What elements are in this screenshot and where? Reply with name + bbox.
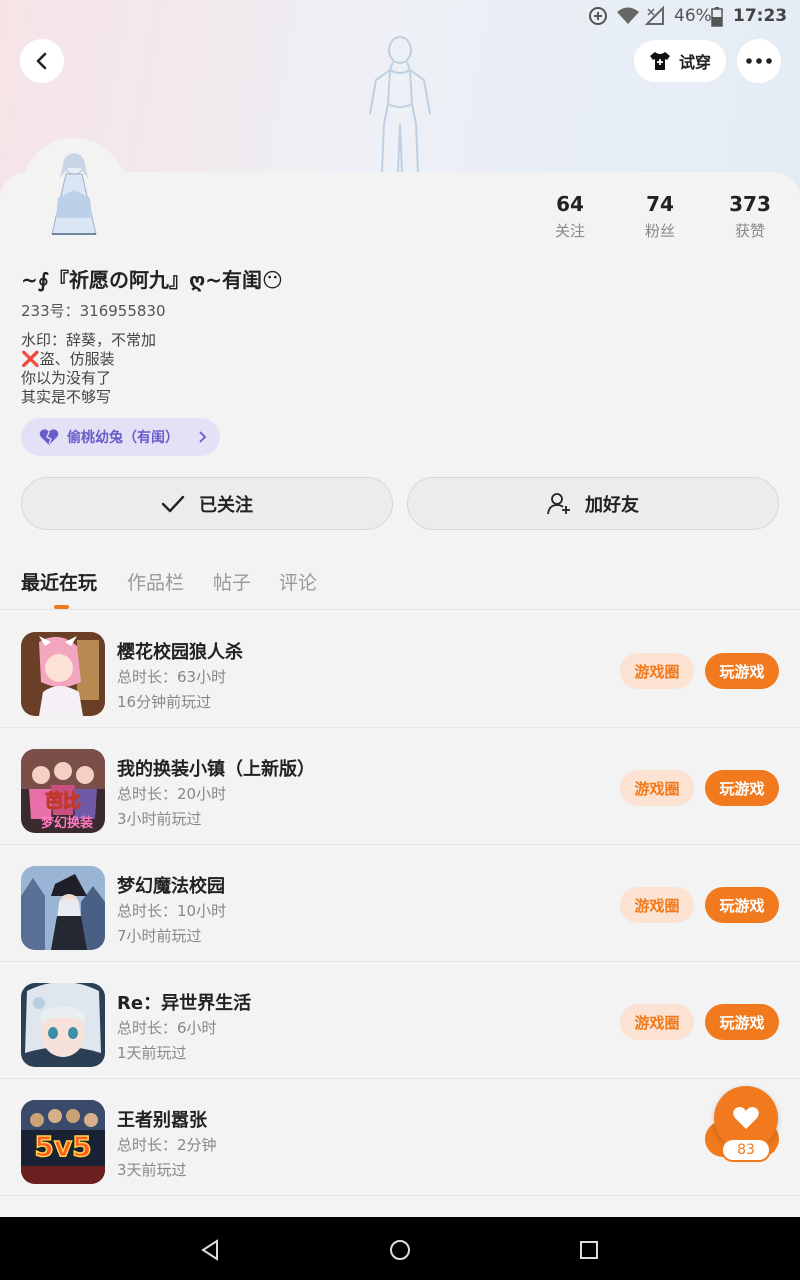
clock: 17:23	[733, 6, 788, 26]
game-icon-text: 芭比	[45, 790, 81, 812]
game-circle-button[interactable]: 游戏圈	[620, 887, 694, 923]
game-name: 梦幻魔法校园	[117, 876, 225, 897]
heart-icon	[733, 1107, 759, 1129]
game-icon-subtext: 梦幻换装	[41, 815, 93, 831]
game-icon	[21, 632, 105, 716]
stat-fans[interactable]: 74 粉丝	[620, 192, 700, 241]
tab-works[interactable]: 作品栏	[127, 568, 184, 595]
club-badge[interactable]: 偷桃幼兔（有闺）	[21, 418, 220, 456]
game-circle-button[interactable]: 游戏圈	[620, 1004, 694, 1040]
nav-back-icon[interactable]	[199, 1239, 221, 1261]
tab-recent-play[interactable]: 最近在玩	[21, 568, 97, 595]
more-button[interactable]	[737, 39, 781, 83]
nav-home-icon[interactable]	[389, 1239, 411, 1261]
game-icon-text: 5v5	[34, 1130, 91, 1163]
game-icon	[21, 866, 105, 950]
like-count-badge: 83	[721, 1138, 771, 1162]
battery-percent: 46%	[674, 6, 712, 26]
game-last-played: 7小时前玩过	[117, 927, 202, 945]
game-row[interactable]: 梦幻魔法校园 总时长：10小时 7小时前玩过 游戏圈 玩游戏	[0, 845, 800, 962]
stat-following[interactable]: 64 关注	[530, 192, 610, 241]
add-friend-button[interactable]: 加好友	[407, 477, 779, 530]
tab-posts[interactable]: 帖子	[213, 568, 251, 595]
bio-line: 你以为没有了	[21, 369, 112, 387]
user-id: 233号：316955830	[21, 302, 166, 320]
play-game-button[interactable]: 玩游戏	[705, 653, 779, 689]
bio-line: ❌盗、仿服装	[21, 350, 115, 368]
heart-icon	[39, 429, 59, 445]
game-duration: 总时长：63小时	[117, 668, 227, 686]
bio-line: 水印：辞葵，不常加	[21, 331, 157, 349]
stat-likes[interactable]: 373 获赞	[710, 192, 790, 241]
play-game-button[interactable]: 玩游戏	[705, 887, 779, 923]
game-last-played: 16分钟前玩过	[117, 693, 212, 711]
game-icon: 芭比 梦幻换装	[21, 749, 105, 833]
game-duration: 总时长：2分钟	[117, 1136, 217, 1154]
profile-tabs: 最近在玩 作品栏 帖子 评论	[0, 560, 800, 610]
following-label: 已关注	[199, 494, 253, 516]
battery-icon	[711, 7, 723, 32]
following-button[interactable]: 已关注	[21, 477, 393, 530]
try-on-button[interactable]: 试穿	[634, 40, 726, 82]
stat-following-label: 关注	[554, 222, 585, 240]
status-bar: 46% 17:23	[0, 0, 800, 34]
bio: 水印：辞葵，不常加 ❌盗、仿服装 你以为没有了 其实是不够写	[21, 331, 156, 407]
game-row[interactable]: Re：异世界生活 总时长：6小时 1天前玩过 游戏圈 玩游戏	[0, 962, 800, 1079]
stat-fans-value: 74	[646, 192, 674, 216]
avatar[interactable]	[22, 138, 126, 242]
game-name: Re：异世界生活	[117, 993, 252, 1014]
character-model	[369, 36, 431, 173]
more-dots-icon	[746, 58, 772, 64]
add-user-icon	[547, 492, 570, 514]
game-row[interactable]: 5v5 王者别嚣张 总时长：2分钟 3天前玩过 玩游戏	[0, 1079, 800, 1196]
stat-following-value: 64	[556, 192, 584, 216]
add-friend-label: 加好友	[585, 494, 639, 516]
game-name: 樱花校园狼人杀	[117, 642, 243, 663]
stat-fans-label: 粉丝	[644, 222, 675, 240]
game-last-played: 3小时前玩过	[117, 810, 202, 828]
game-last-played: 1天前玩过	[117, 1044, 187, 1062]
game-duration: 总时长：6小时	[117, 1019, 217, 1037]
game-name: 我的换装小镇（上新版）	[117, 759, 315, 780]
nickname: ~∮『祈愿の阿九』ღ~有闺😶	[21, 268, 283, 292]
game-duration: 总时长：10小时	[117, 902, 227, 920]
nav-recents-icon[interactable]	[579, 1240, 599, 1260]
game-row[interactable]: 芭比 梦幻换装 我的换装小镇（上新版） 总时长：20小时 3小时前玩过 游戏圈 …	[0, 728, 800, 845]
bio-line: 其实是不够写	[21, 388, 112, 406]
stat-likes-value: 373	[729, 192, 771, 216]
tshirt-icon	[649, 52, 670, 70]
back-button[interactable]	[20, 39, 64, 83]
game-row[interactable]: 樱花校园狼人杀 总时长：63小时 16分钟前玩过 游戏圈 玩游戏	[0, 611, 800, 728]
club-name: 偷桃幼兔（有闺）	[67, 430, 179, 446]
game-duration: 总时长：20小时	[117, 785, 227, 803]
game-circle-button[interactable]: 游戏圈	[620, 653, 694, 689]
game-icon	[21, 983, 105, 1067]
play-game-button[interactable]: 玩游戏	[705, 770, 779, 806]
system-nav-bar	[0, 1217, 800, 1280]
chevron-left-icon	[36, 52, 47, 70]
avatar-image	[22, 138, 126, 242]
tab-indicator	[54, 605, 69, 609]
chevron-right-icon	[199, 431, 207, 443]
tab-comments[interactable]: 评论	[279, 568, 317, 595]
game-last-played: 3天前玩过	[117, 1161, 187, 1179]
play-game-button[interactable]: 玩游戏	[705, 1004, 779, 1040]
wifi-icon	[616, 6, 640, 31]
data-saver-icon	[588, 6, 608, 31]
try-on-label: 试穿	[678, 53, 711, 72]
game-name: 王者别嚣张	[117, 1110, 207, 1131]
stat-likes-label: 获赞	[734, 222, 765, 240]
check-icon	[161, 495, 185, 512]
game-icon: 5v5	[21, 1100, 105, 1184]
signal-icon	[644, 5, 665, 31]
game-circle-button[interactable]: 游戏圈	[620, 770, 694, 806]
